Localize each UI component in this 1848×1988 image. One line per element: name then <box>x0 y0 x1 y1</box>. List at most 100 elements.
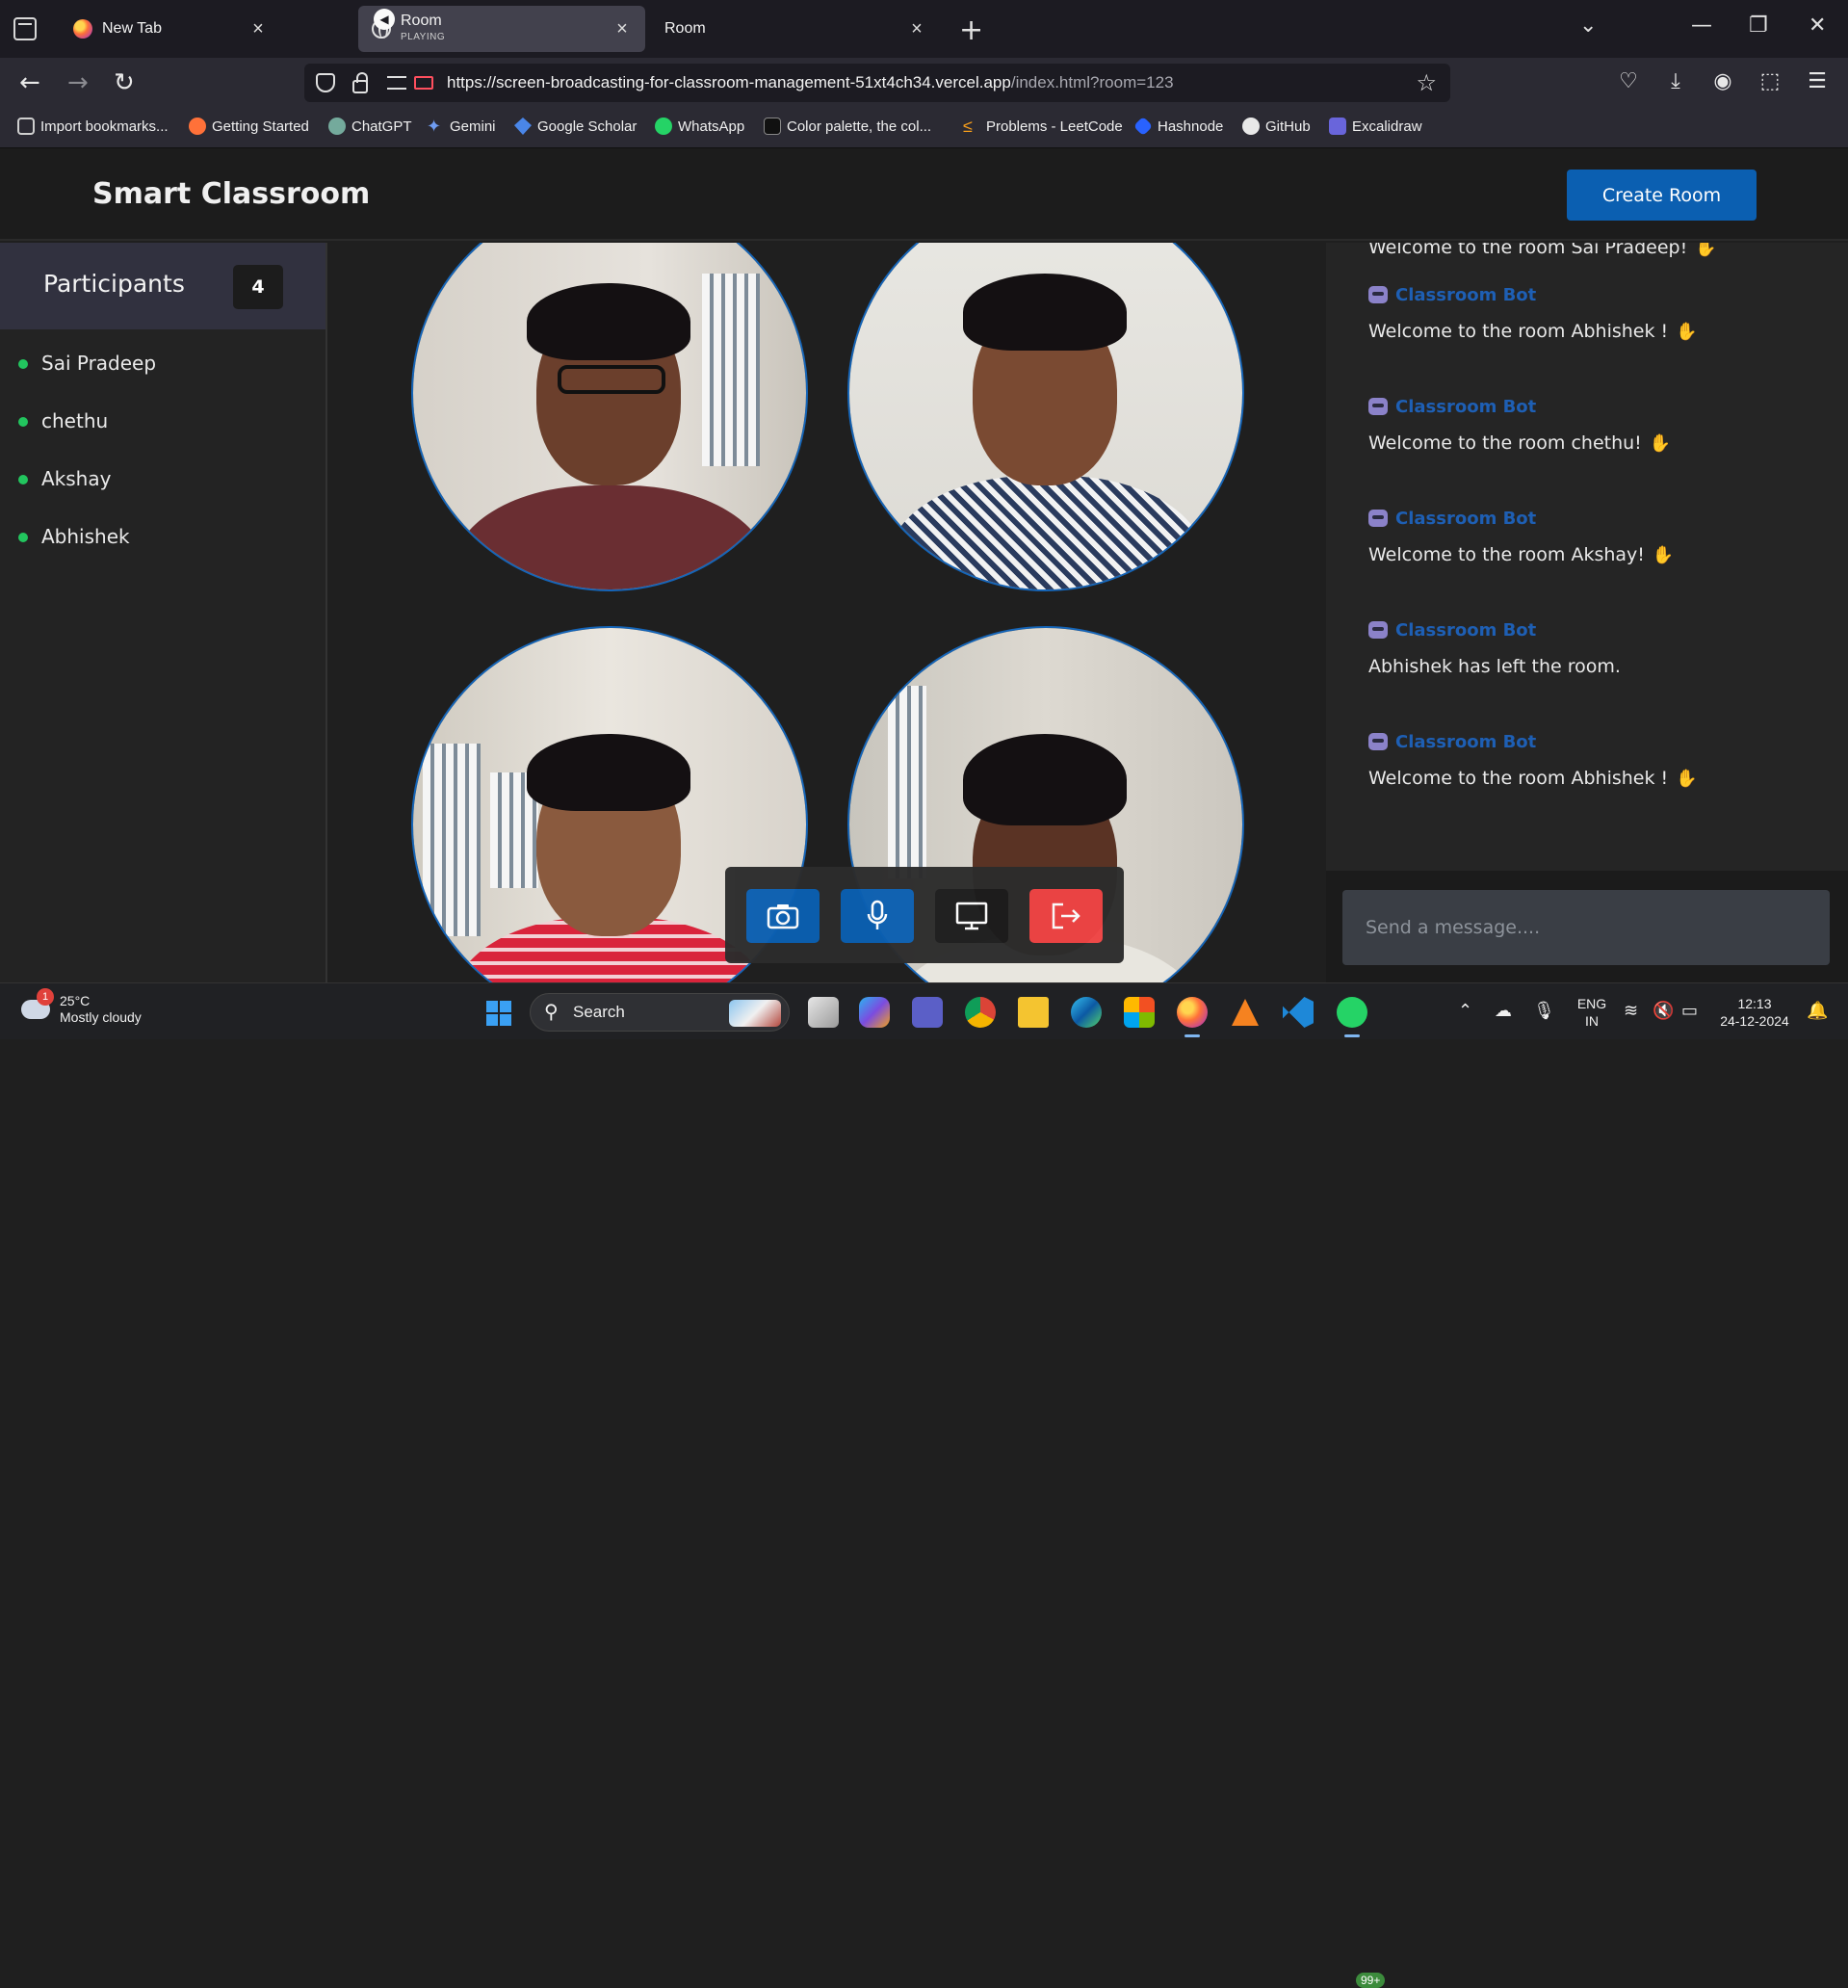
close-tab-icon[interactable]: × <box>611 17 634 40</box>
edge-icon[interactable] <box>1071 997 1102 1028</box>
cloud-icon: 1 <box>21 988 54 1019</box>
tab-list-chevron-icon[interactable]: ⌄ <box>1579 13 1597 38</box>
menu-icon[interactable]: ☰ <box>1804 69 1831 93</box>
exit-icon <box>1052 902 1080 929</box>
bookmark-color-palette[interactable]: Color palette, the col... <box>764 118 931 135</box>
bookmark-star-icon[interactable]: ☆ <box>1416 69 1437 96</box>
notification-bell-icon[interactable]: 🔔 <box>1807 1001 1828 1021</box>
mute-speaker-icon[interactable]: 🔇 <box>1653 1001 1674 1021</box>
pocket-icon[interactable]: ♡ <box>1615 69 1642 93</box>
close-tab-icon[interactable]: × <box>247 17 270 40</box>
forward-arrow-icon[interactable]: → <box>67 69 89 96</box>
weather-badge: 1 <box>37 988 54 1006</box>
bookmark-google-scholar[interactable]: Google Scholar <box>514 118 637 135</box>
video-tile <box>411 243 808 591</box>
github-icon <box>1242 118 1260 135</box>
chat-message: Classroom Bot Welcome to the room Abhish… <box>1368 276 1831 388</box>
minimize-icon[interactable]: — <box>1691 13 1712 38</box>
whatsapp-icon <box>655 118 672 135</box>
tab-new-tab[interactable]: New Tab × <box>60 6 281 52</box>
restore-icon[interactable]: ❐ <box>1749 13 1768 38</box>
chat-message-text: Abhishek has left the room. <box>1368 656 1621 677</box>
lock-icon[interactable] <box>352 72 368 93</box>
close-tab-icon[interactable]: × <box>905 17 928 40</box>
tab-overview-icon[interactable] <box>13 17 37 40</box>
bookmark-chatgpt[interactable]: ChatGPT <box>328 118 412 135</box>
monitor-icon <box>955 902 988 930</box>
address-bar[interactable]: https://screen-broadcasting-for-classroo… <box>304 64 1450 102</box>
back-arrow-icon[interactable]: ← <box>19 69 40 96</box>
mic-toggle-button[interactable] <box>841 889 914 943</box>
permissions-icon[interactable] <box>387 76 406 90</box>
camera-toggle-button[interactable] <box>746 889 820 943</box>
search-icon: ⚲ <box>544 1000 559 1023</box>
excalidraw-icon <box>1329 118 1346 135</box>
chrome-icon[interactable] <box>965 997 996 1028</box>
weather-text: Mostly cloudy <box>60 1009 142 1025</box>
windows-start-icon[interactable] <box>486 1001 511 1026</box>
bookmarks-toolbar: Import bookmarks... Getting Started Chat… <box>0 108 1848 148</box>
robot-icon <box>1368 621 1388 639</box>
bookmark-leetcode[interactable]: ≤ Problems - LeetCode <box>963 118 1123 135</box>
bookmark-excalidraw[interactable]: Excalidraw <box>1329 118 1422 135</box>
chat-panel: Welcome to the room Sai Pradeep! ✋ Classr… <box>1326 243 1848 871</box>
clock[interactable]: 12:13 24-12-2024 <box>1714 995 1795 1030</box>
tray-overflow-chevron-icon[interactable]: ⌃ <box>1458 1001 1472 1021</box>
camera-sharing-icon[interactable] <box>414 76 433 90</box>
camera-icon <box>767 904 799 929</box>
bookmark-getting-started[interactable]: Getting Started <box>189 118 309 135</box>
chat-message-text: Welcome to the room chethu! <box>1368 432 1642 454</box>
vlc-icon[interactable] <box>1230 997 1261 1028</box>
bot-name: Classroom Bot <box>1395 396 1537 417</box>
wifi-icon[interactable]: ≋ <box>1624 1001 1638 1021</box>
shield-icon[interactable] <box>316 73 335 92</box>
share-screen-button[interactable] <box>935 889 1008 943</box>
coolors-icon <box>764 118 781 135</box>
bot-name: Classroom Bot <box>1395 731 1537 752</box>
extensions-icon[interactable]: ⬚ <box>1757 69 1783 93</box>
video-tile <box>847 243 1244 591</box>
language-indicator[interactable]: ENG IN <box>1575 995 1608 1030</box>
chat-message-input[interactable] <box>1342 890 1830 965</box>
new-tab-plus-icon[interactable]: + <box>959 13 983 47</box>
speaker-icon[interactable]: ◀ <box>374 9 395 30</box>
ms-store-icon[interactable] <box>1124 997 1155 1028</box>
participants-count-badge: 4 <box>233 265 283 309</box>
account-icon[interactable]: ◉ <box>1709 69 1736 93</box>
teams-icon[interactable] <box>912 997 943 1028</box>
firefox-taskbar-icon[interactable] <box>1177 997 1208 1037</box>
download-icon[interactable]: ⤓ <box>1662 69 1689 93</box>
chat-message: Classroom Bot Abhishek has left the room… <box>1368 612 1831 723</box>
whatsapp-taskbar-icon[interactable] <box>1337 997 1367 1037</box>
task-view-icon[interactable] <box>808 997 839 1028</box>
bookmark-gemini[interactable]: ✦ Gemini <box>427 118 496 135</box>
url-text[interactable]: https://screen-broadcasting-for-classroo… <box>447 73 1174 92</box>
chat-message-text: Welcome to the room Abhishek ! <box>1368 768 1669 789</box>
onedrive-icon[interactable]: ☁ <box>1495 1001 1512 1021</box>
tab-room-playing[interactable]: Room PLAYING × <box>358 6 645 52</box>
file-explorer-icon[interactable] <box>1018 997 1049 1028</box>
leave-room-button[interactable] <box>1029 889 1103 943</box>
call-controls <box>725 867 1124 963</box>
wave-icon: ✋ <box>1652 545 1675 565</box>
copilot-icon[interactable] <box>859 997 890 1028</box>
create-room-button[interactable]: Create Room <box>1567 170 1757 221</box>
battery-icon[interactable]: ▭ <box>1681 1001 1698 1021</box>
bookmark-hashnode[interactable]: Hashnode <box>1132 116 1223 137</box>
bookmark-whatsapp[interactable]: WhatsApp <box>655 118 744 135</box>
browser-tab-bar: New Tab × Room PLAYING × ◀ Room × + ⌄ — … <box>0 0 1848 58</box>
close-window-icon[interactable]: ✕ <box>1809 13 1826 38</box>
reload-icon[interactable]: ↻ <box>114 69 135 96</box>
bookmark-import[interactable]: Import bookmarks... <box>17 118 169 135</box>
participant-item: Akshay <box>0 462 325 520</box>
participant-item: chethu <box>0 405 325 462</box>
tab-room[interactable]: Room × <box>651 6 940 52</box>
bookmark-github[interactable]: GitHub <box>1242 118 1311 135</box>
microphone-tray-icon[interactable]: 🎙 <box>1533 1001 1555 1021</box>
bot-name: Classroom Bot <box>1395 619 1537 641</box>
vscode-icon[interactable] <box>1283 997 1314 1028</box>
weather-widget[interactable]: 1 25°C Mostly cloudy <box>21 988 142 1026</box>
tab-title: New Tab <box>102 20 162 37</box>
chatgpt-icon <box>328 118 346 135</box>
taskbar-search[interactable]: ⚲ Search <box>530 993 790 1032</box>
